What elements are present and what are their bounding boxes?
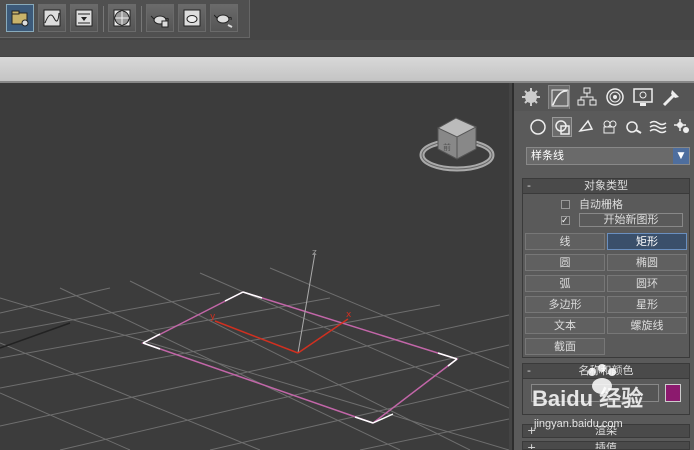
watermark-logo-text: Baidu 经验 [532,386,643,411]
viewcube[interactable]: 前 [419,117,495,172]
main-toolbar [0,0,694,40]
shape-button[interactable]: 圆环 [607,275,687,292]
viewcube-face-label: 前 [443,142,451,152]
shape-button[interactable]: 线 [525,233,605,250]
shapes-icon[interactable] [552,117,572,137]
hierarchy-tab-icon[interactable] [576,85,598,109]
x-axis [297,318,349,354]
toolbar-group [0,0,250,38]
material-editor-icon[interactable] [108,4,136,32]
y-axis [214,320,299,354]
cameras-icon[interactable] [600,117,620,137]
space-warps-icon[interactable] [648,117,668,137]
shape-type-value: 样条线 [531,149,564,162]
geometry-icon[interactable] [528,117,548,137]
watermark-url: jingyan.baidu.com [534,418,623,430]
display-tab-icon[interactable] [632,85,654,109]
shape-button[interactable]: 矩形 [607,233,687,250]
shape-button[interactable]: 弧 [525,275,605,292]
x-axis-label: x [346,310,352,320]
command-panel-tabs [514,83,694,111]
chevron-down-icon[interactable]: ▼ [673,148,689,164]
start-new-shape-checkbox[interactable] [561,213,570,229]
viewport-canvas[interactable]: z y x 前 [0,83,509,450]
transform-gizmo[interactable]: z y x [210,248,352,354]
shape-button[interactable]: 星形 [607,296,687,313]
lights-icon[interactable] [576,117,596,137]
collapse-sign: - [527,179,531,192]
interpolation-rollout-header[interactable]: + 插值 [522,441,690,450]
object-type-rollout: - 对象类型 自动栅格 开始新图形 线矩形圆椭圆弧圆环多边形星形文本螺旋线截面 [522,178,690,358]
folder-icon[interactable] [6,4,34,32]
shape-button[interactable]: 多边形 [525,296,605,313]
shape-button[interactable]: 螺旋线 [607,317,687,334]
y-axis-label: y [210,312,216,322]
shape-type-dropdown[interactable]: 样条线 ▼ [526,147,690,165]
perspective-viewport[interactable]: z y x 前 [0,83,509,450]
helpers-icon[interactable] [624,117,644,137]
expand-sign: + [527,441,537,450]
start-new-shape-row: 开始新图形 [523,213,691,229]
baidu-jingyan-watermark: Baidu 经验 [532,364,643,411]
shape-button[interactable]: 椭圆 [607,254,687,271]
object-type-title: 对象类型 [584,179,628,192]
teapot-render-icon[interactable] [210,4,238,32]
ribbon-bar [0,57,694,83]
create-category-row [514,115,694,139]
auto-grid-checkbox[interactable] [561,200,570,209]
auto-grid-label: 自动栅格 [579,198,623,211]
z-axis-label: z [312,248,317,258]
teapot-frame-icon[interactable] [146,4,174,32]
start-new-shape-button[interactable]: 开始新图形 [579,213,683,227]
selection-brackets [142,291,458,424]
systems-icon[interactable] [672,117,692,137]
shape-button[interactable]: 文本 [525,317,605,334]
teapot-window-icon[interactable] [178,4,206,32]
modify-tab-icon[interactable] [548,85,570,109]
interpolation-title: 插值 [595,441,617,450]
auto-grid-row: 自动栅格 [523,197,691,213]
utilities-tab-icon[interactable] [660,85,682,109]
rectangle-shape[interactable] [141,291,459,424]
object-type-rollout-header[interactable]: - 对象类型 [523,179,689,194]
motion-tab-icon[interactable] [604,85,626,109]
render-setup-icon[interactable] [70,4,98,32]
toolbar-separator [141,6,142,32]
toolbar-separator [103,6,104,32]
toolbar-band [0,40,694,56]
shape-button[interactable]: 截面 [525,338,605,355]
curve-editor-icon[interactable] [38,4,66,32]
shape-button[interactable]: 圆 [525,254,605,271]
create-tab-icon[interactable] [520,85,542,109]
